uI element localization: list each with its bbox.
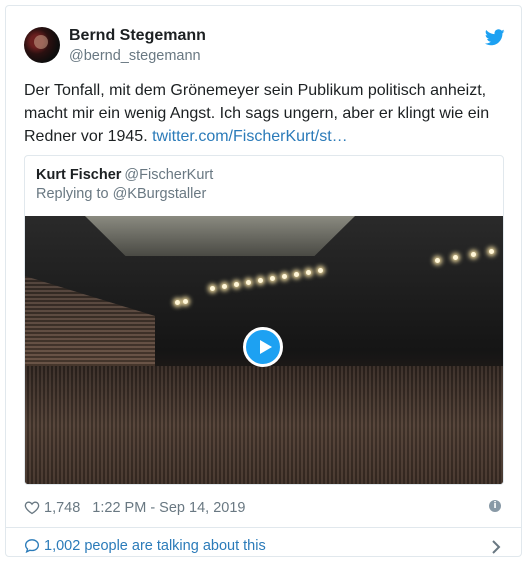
stage-light <box>294 272 299 277</box>
speech-bubble-icon <box>24 539 40 553</box>
arena-ceiling <box>85 216 355 256</box>
info-icon[interactable]: i <box>489 500 501 512</box>
avatar[interactable] <box>24 27 60 63</box>
heart-icon[interactable] <box>24 500 40 515</box>
video-thumbnail[interactable] <box>25 216 503 484</box>
stage-light <box>306 270 311 275</box>
stage-light <box>234 282 239 287</box>
conversation-link[interactable]: 1,002 people are talking about this <box>24 538 266 554</box>
quoted-author: Kurt Fischer @FischerKurt <box>36 167 213 183</box>
twitter-bird-icon[interactable] <box>485 29 505 46</box>
stage-light <box>270 276 275 281</box>
stage-light <box>471 252 476 257</box>
play-icon[interactable] <box>243 327 283 367</box>
stage-light <box>222 284 227 289</box>
quoted-tweet[interactable]: Kurt Fischer @FischerKurt Replying to @KB… <box>24 155 504 485</box>
stage-light <box>435 258 440 263</box>
like-count[interactable]: 1,748 <box>44 500 80 516</box>
stage-light <box>210 286 215 291</box>
arena-crowd <box>25 366 503 484</box>
quoted-author-name: Kurt Fischer <box>36 167 122 183</box>
quoted-tweet-link[interactable]: twitter.com/FischerKurt/st… <box>152 128 348 145</box>
author-handle[interactable]: @bernd_stegemann <box>69 48 201 64</box>
stage-light <box>453 255 458 260</box>
chevron-right-icon[interactable] <box>491 540 501 554</box>
stage-light <box>318 268 323 273</box>
stage-light <box>246 280 251 285</box>
tweet-meta: 1,748 1:22 PM - Sep 14, 2019 <box>24 500 245 516</box>
stage-light <box>258 278 263 283</box>
tweet-card: Bernd Stegemann @bernd_stegemann Der Ton… <box>5 5 522 557</box>
tweet-text: Der Tonfall, mit dem Grönemeyer sein Pub… <box>24 79 509 148</box>
conversation-text: 1,002 people are talking about this <box>44 538 266 554</box>
stage-light <box>175 300 180 305</box>
replying-to: Replying to @KBurgstaller <box>36 186 207 202</box>
stage-light <box>489 249 494 254</box>
divider <box>6 527 521 528</box>
timestamp[interactable]: 1:22 PM - Sep 14, 2019 <box>92 500 245 516</box>
quoted-author-handle: @FischerKurt <box>124 167 214 183</box>
stage-light <box>282 274 287 279</box>
arena-stands <box>25 276 155 376</box>
stage-light <box>183 299 188 304</box>
author-name[interactable]: Bernd Stegemann <box>69 27 206 45</box>
